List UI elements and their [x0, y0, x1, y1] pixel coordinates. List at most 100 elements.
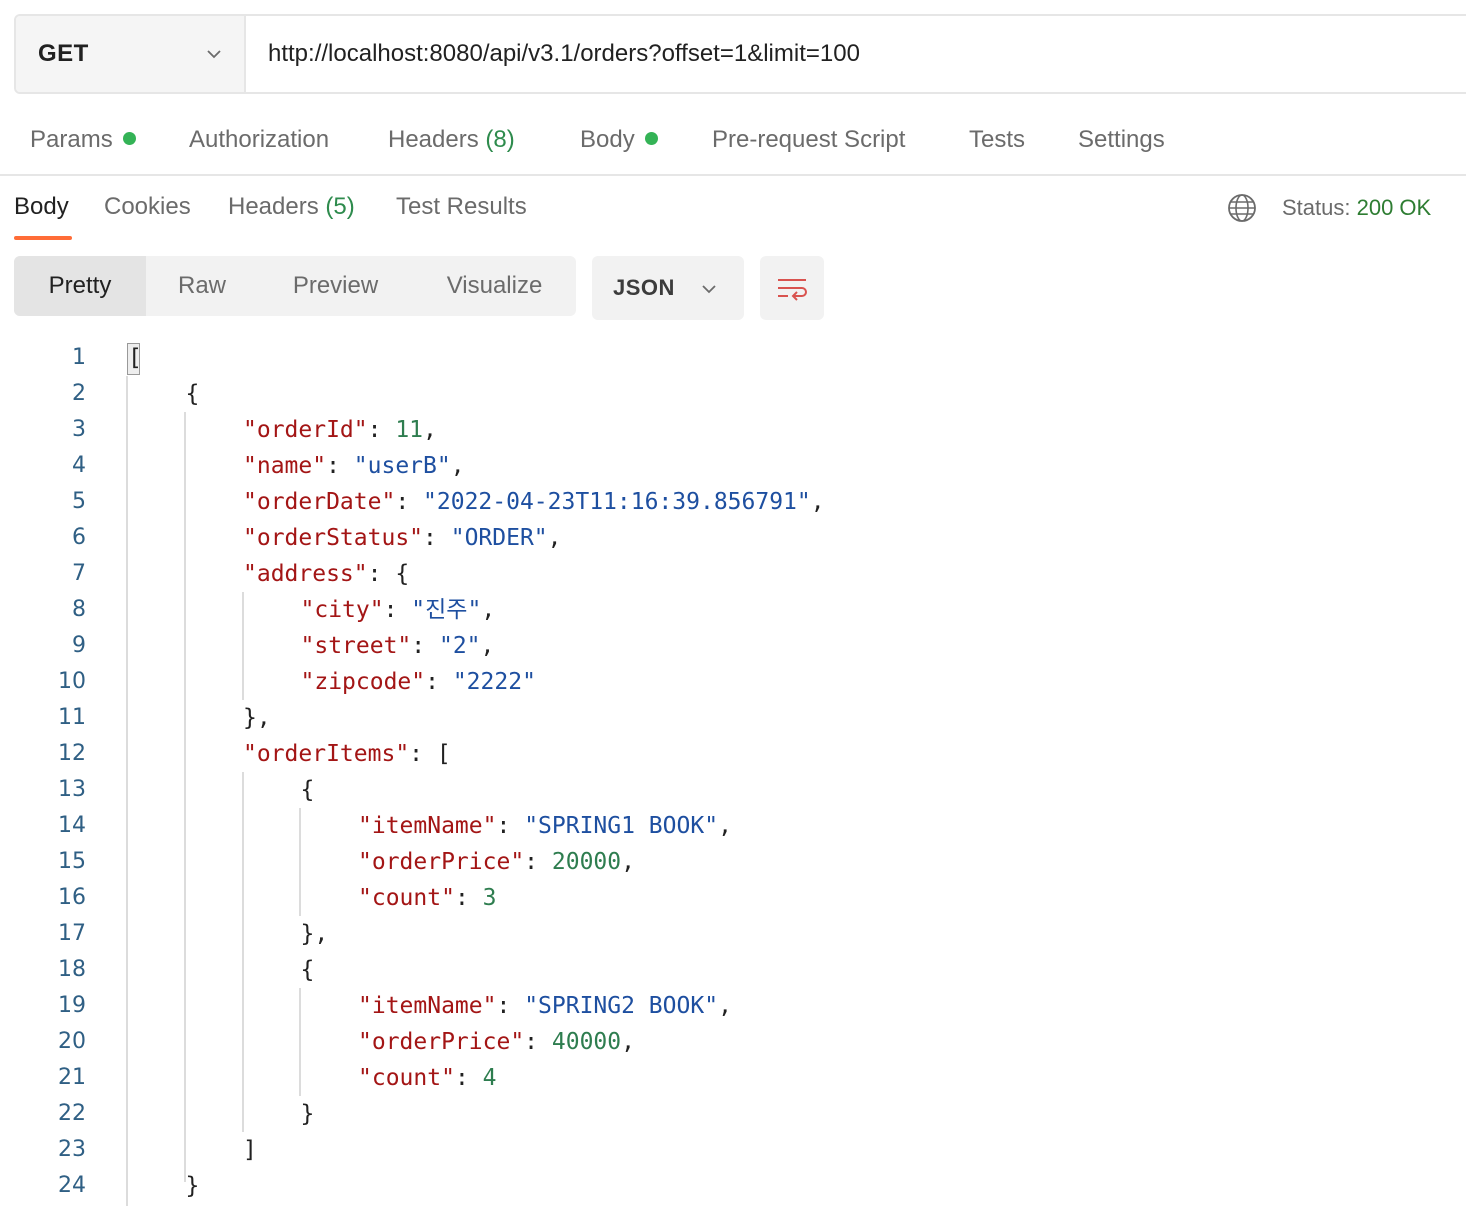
- code-line: "orderPrice": 40000,: [358, 1024, 635, 1060]
- code-token: ,: [718, 813, 732, 839]
- line-number: 3: [72, 417, 86, 442]
- code-line: "zipcode": "2222": [301, 664, 536, 700]
- line-number: 21: [58, 1065, 86, 1090]
- code-token: : [: [409, 741, 451, 767]
- code-line: {: [301, 772, 315, 808]
- code-token: "ORDER": [450, 525, 548, 551]
- indent-guide: [299, 808, 301, 916]
- tab-headers[interactable]: Headers (8): [388, 126, 515, 154]
- line-number: 2: [72, 381, 86, 406]
- line-number: 16: [58, 885, 86, 910]
- code-token: :: [395, 489, 424, 515]
- response-status: Status: 200 OK: [1282, 195, 1431, 221]
- code-token: "name": [243, 453, 327, 479]
- tab-authorization[interactable]: Authorization: [189, 126, 329, 154]
- code-token: },: [243, 705, 271, 731]
- code-token: "orderDate": [243, 489, 396, 515]
- line-number: 5: [72, 489, 86, 514]
- line-number: 19: [58, 993, 86, 1018]
- code-token: "zipcode": [300, 669, 426, 695]
- indent-guide: [242, 772, 244, 1132]
- response-tab-headers-label: Headers: [228, 193, 319, 220]
- response-tab-body[interactable]: Body: [14, 193, 69, 221]
- tab-params[interactable]: Params: [30, 126, 136, 154]
- code-line: "itemName": "SPRING1 BOOK",: [358, 808, 732, 844]
- line-number: 23: [58, 1137, 86, 1162]
- code-token: :: [496, 993, 525, 1019]
- code-token: "orderPrice": [358, 849, 525, 875]
- code-token: : {: [367, 561, 410, 587]
- tab-body-label: Body: [580, 126, 635, 153]
- code-token: :: [425, 669, 453, 695]
- code-token: "2": [438, 633, 481, 659]
- code-token: "orderId": [243, 417, 368, 443]
- request-url-bar: GET http://localhost:8080/api/v3.1/order…: [14, 14, 1466, 94]
- chevron-down-icon: [207, 50, 221, 59]
- line-number: 6: [72, 525, 86, 550]
- code-token: {: [300, 957, 315, 983]
- code-token: 20000: [551, 849, 622, 875]
- response-tab-test-results[interactable]: Test Results: [396, 193, 527, 221]
- tab-pre-request-script[interactable]: Pre-request Script: [712, 126, 905, 154]
- format-label: JSON: [613, 275, 675, 300]
- url-input[interactable]: http://localhost:8080/api/v3.1/orders?of…: [246, 16, 1466, 92]
- tab-settings[interactable]: Settings: [1078, 126, 1165, 154]
- code-token: }: [185, 1173, 200, 1199]
- code-token: :: [326, 453, 354, 479]
- code-token: "2022-04-23T11:16:39.856791": [423, 489, 811, 515]
- code-token: 3: [482, 885, 497, 911]
- code-token: "count": [358, 885, 455, 911]
- code-token: {: [300, 777, 315, 803]
- code-token: ,: [450, 453, 465, 479]
- code-line: {: [301, 952, 315, 988]
- tab-tests[interactable]: Tests: [969, 126, 1025, 154]
- line-number: 24: [58, 1173, 86, 1198]
- code-token: :: [367, 417, 396, 443]
- code-line: {: [186, 376, 200, 412]
- status-value: 200 OK: [1356, 195, 1432, 220]
- code-line: "name": "userB",: [243, 448, 465, 484]
- indent-guide: [126, 376, 128, 1206]
- code-token: ,: [481, 597, 496, 623]
- view-pretty-button[interactable]: Pretty: [14, 256, 146, 316]
- response-body-code-view[interactable]: 1 [2 {3 "orderId": 11, 4 "name": "userB", 5 "or…: [0, 340, 1466, 1212]
- code-line: "orderPrice": 20000,: [358, 844, 635, 880]
- tab-tests-label: Tests: [969, 126, 1026, 153]
- code-token: ,: [810, 489, 825, 515]
- line-number: 9: [72, 633, 86, 658]
- line-number: 13: [58, 777, 86, 802]
- code-token: "orderItems": [243, 741, 410, 767]
- code-token: "SPRING2 BOOK": [524, 993, 719, 1019]
- code-line: "itemName": "SPRING2 BOOK",: [358, 988, 732, 1024]
- wrap-lines-button[interactable]: [760, 256, 824, 320]
- wrap-lines-icon: [778, 279, 807, 301]
- code-line: "address": {: [243, 556, 409, 592]
- line-number: 8: [72, 597, 86, 622]
- response-headers-count: (5): [325, 193, 355, 220]
- globe-icon[interactable]: [1226, 192, 1258, 224]
- view-visualize-button[interactable]: Visualize: [413, 256, 576, 316]
- line-number: 22: [58, 1101, 86, 1126]
- code-line: [: [128, 340, 142, 376]
- active-tab-underline: [14, 236, 72, 240]
- response-tab-headers[interactable]: Headers (5): [228, 193, 355, 221]
- code-token: {: [185, 381, 200, 407]
- code-token: 40000: [551, 1029, 622, 1055]
- tab-body[interactable]: Body: [580, 126, 658, 154]
- tab-pre-request-script-label: Pre-request Script: [712, 126, 906, 153]
- code-token: ,: [423, 417, 437, 443]
- view-preview-button[interactable]: Preview: [258, 256, 413, 316]
- code-token: :: [524, 849, 552, 875]
- method-select[interactable]: GET: [16, 16, 246, 92]
- code-token: :: [411, 633, 439, 659]
- view-raw-button[interactable]: Raw: [146, 256, 258, 316]
- code-token: "SPRING1 BOOK": [524, 813, 719, 839]
- code-token: }: [300, 1101, 315, 1127]
- line-number: 18: [58, 957, 86, 982]
- indent-guide: [299, 988, 301, 1096]
- format-select[interactable]: JSON: [592, 256, 744, 320]
- code-token: "itemName": [358, 813, 497, 839]
- code-token: "itemName": [358, 993, 497, 1019]
- response-tab-cookies[interactable]: Cookies: [104, 193, 191, 221]
- line-number: 14: [58, 813, 86, 838]
